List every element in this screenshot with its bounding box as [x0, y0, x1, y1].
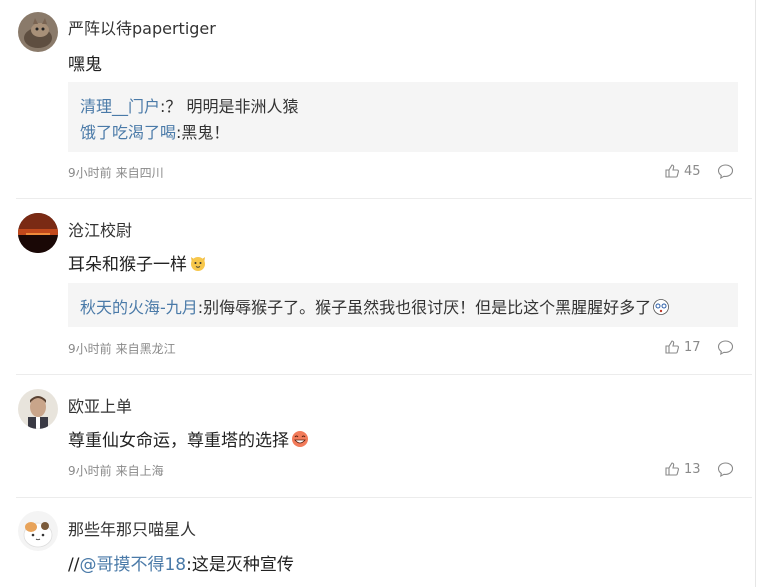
- divider: [16, 497, 752, 498]
- comment-text: 耳朵和猴子一样: [68, 250, 208, 278]
- cat-face-emoji: [188, 253, 208, 278]
- reply-author-link[interactable]: 清理__门户: [80, 97, 160, 116]
- reply-text: 别侮辱猴子了。猴子虽然我也很讨厌！但是比这个黑腥腥好多了: [203, 298, 652, 317]
- timestamp: 9小时前: [68, 464, 112, 478]
- like-count: 45: [684, 163, 701, 179]
- reply-box: 秋天的火海-九月:别侮辱猴子了。猴子虽然我也很讨厌！但是比这个黑腥腥好多了: [68, 283, 738, 327]
- username[interactable]: 那些年那只喵星人: [68, 516, 196, 540]
- reply-line: 饿了吃渴了喝:黑鬼！: [80, 119, 229, 143]
- divider: [16, 198, 752, 199]
- timestamp: 9小时前: [68, 342, 112, 356]
- reply-box: 清理__门户:？ 明明是非洲人猿 饿了吃渴了喝:黑鬼！: [68, 82, 738, 152]
- reply-line: 秋天的火海-九月:别侮辱猴子了。猴子虽然我也很讨厌！但是比这个黑腥腥好多了: [80, 294, 670, 320]
- reply-author-link[interactable]: 饿了吃渴了喝: [80, 123, 176, 142]
- reply-text: 黑鬼！: [181, 123, 230, 142]
- like-count: 13: [684, 461, 701, 477]
- reply-line: 清理__门户:？ 明明是非洲人猿: [80, 93, 299, 117]
- comment-text-content: 尊重仙女命运，尊重塔的选择: [68, 431, 289, 451]
- comment-text-content: 这是灭种宣传: [191, 555, 294, 575]
- avatar-sunset-photo[interactable]: [18, 213, 58, 253]
- comment-meta: 9小时前 来自四川: [68, 164, 168, 181]
- like-button[interactable]: 45: [664, 163, 701, 179]
- avatar-cartoon-cat[interactable]: [18, 511, 58, 551]
- like-button[interactable]: 17: [664, 339, 701, 355]
- comment-meta: 9小时前 来自黑龙江: [68, 340, 180, 357]
- location: 来自四川: [115, 166, 164, 180]
- laughing-emoji: [290, 429, 310, 454]
- timestamp: 9小时前: [68, 166, 112, 180]
- comment-bubble-icon[interactable]: [717, 461, 734, 478]
- repost-prefix: //: [68, 555, 80, 575]
- like-count: 17: [684, 339, 701, 355]
- mention-link[interactable]: @哥摸不得18: [79, 555, 186, 575]
- right-panel-border: [755, 0, 756, 587]
- comment-text: 尊重仙女命运，尊重塔的选择: [68, 426, 310, 454]
- thumb-up-icon: [665, 340, 679, 354]
- avatar-portrait[interactable]: [18, 389, 58, 429]
- thumb-up-icon: [665, 164, 679, 178]
- reply-text: ？ 明明是非洲人猿: [165, 97, 299, 116]
- location: 来自黑龙江: [115, 342, 176, 356]
- comment-text-content: 耳朵和猴子一样: [68, 255, 187, 275]
- location: 来自上海: [115, 464, 164, 478]
- comment-bubble-icon[interactable]: [717, 339, 734, 356]
- avatar-cat-photo[interactable]: [18, 12, 58, 52]
- dizzy-emoji: [652, 298, 670, 320]
- thumb-up-icon: [665, 462, 679, 476]
- reply-author-link[interactable]: 秋天的火海-九月: [80, 298, 198, 317]
- username[interactable]: 严阵以待papertiger: [68, 15, 216, 39]
- comment-meta: 9小时前 来自上海: [68, 462, 168, 479]
- comment-text: //@哥摸不得18:这是灭种宣传: [68, 550, 294, 575]
- username[interactable]: 欧亚上单: [68, 393, 132, 417]
- comment-bubble-icon[interactable]: [717, 163, 734, 180]
- comment-text: 嘿鬼: [68, 55, 102, 75]
- like-button[interactable]: 13: [664, 461, 701, 477]
- divider: [16, 374, 752, 375]
- username[interactable]: 沧江校尉: [68, 217, 132, 241]
